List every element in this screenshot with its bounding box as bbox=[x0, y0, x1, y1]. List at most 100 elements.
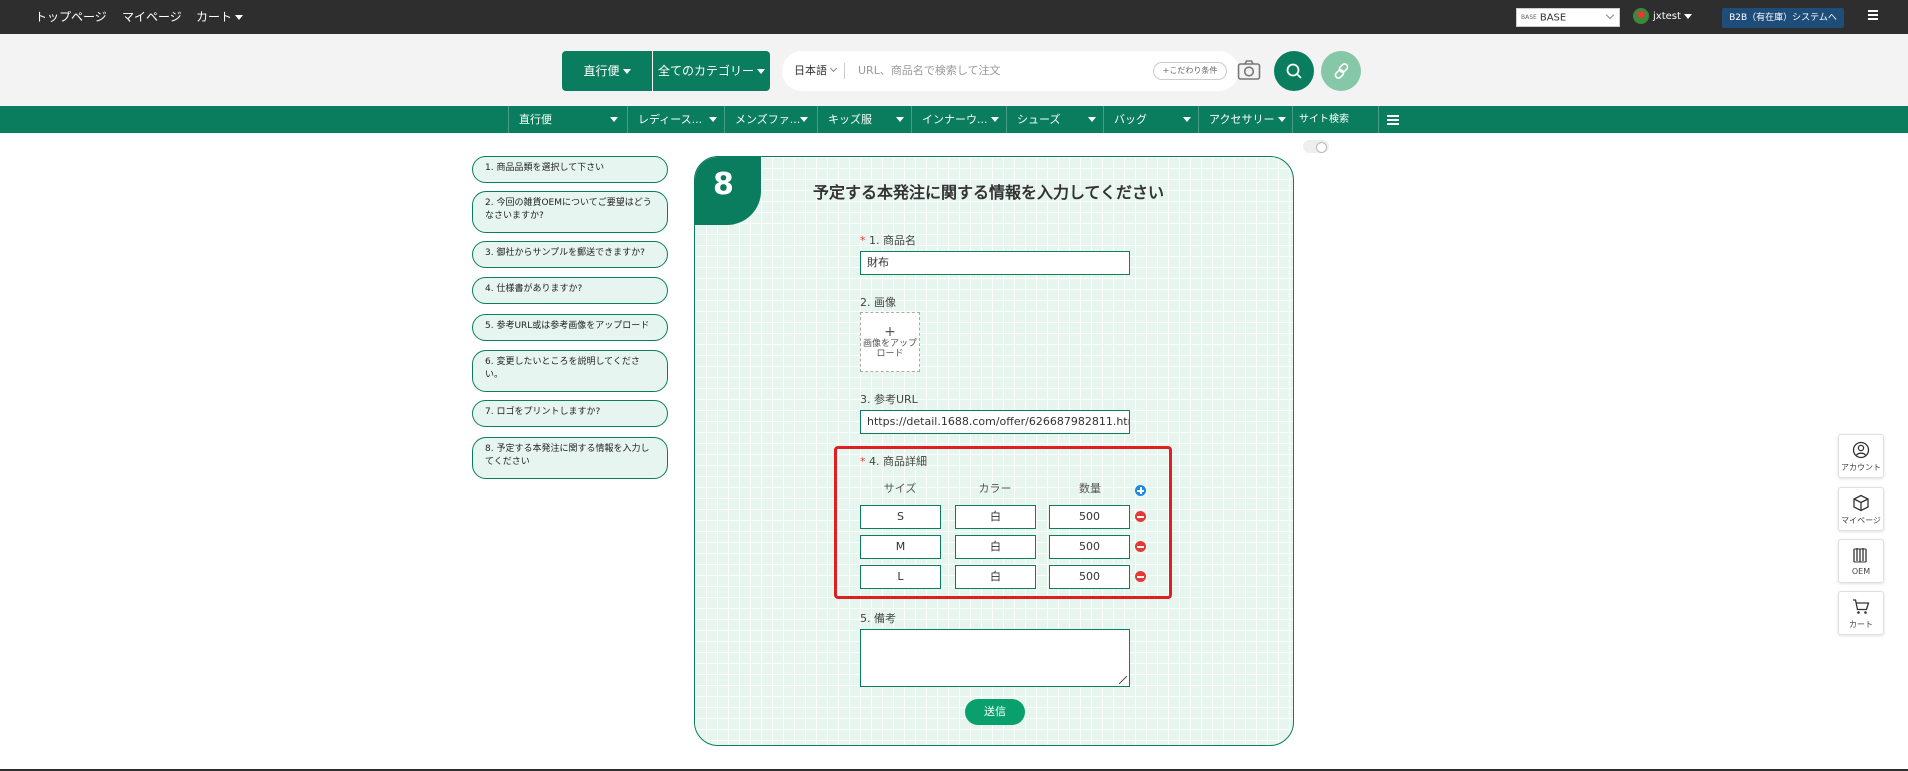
step-item-1[interactable]: 1. 商品品類を選択して下さい bbox=[472, 156, 668, 183]
nav-cart[interactable]: カート bbox=[196, 0, 244, 34]
menu-icon[interactable] bbox=[1868, 10, 1878, 22]
chevron-down-icon bbox=[235, 15, 244, 20]
hamburger-icon bbox=[1387, 115, 1399, 125]
chokko-label: 直行便 bbox=[583, 64, 620, 78]
chevron-down-icon bbox=[610, 117, 618, 122]
shop-select-value: BASE bbox=[1539, 12, 1567, 24]
page-title: 予定する本発注に関する情報を入力してください bbox=[813, 183, 1165, 202]
category-label: キッズ服 bbox=[828, 113, 872, 126]
user-menu[interactable]: jxtest bbox=[1633, 0, 1692, 34]
step-item-6[interactable]: 6. 変更したいところを説明してください。 bbox=[472, 350, 668, 392]
side-cart-label: カート bbox=[1849, 620, 1873, 629]
chevron-down-icon bbox=[757, 69, 765, 74]
step-item-7[interactable]: 7. ロゴをプリントしますか? bbox=[472, 400, 668, 427]
chevron-down-icon bbox=[1183, 117, 1191, 122]
search-box: 日本語 URL、商品名で検索して注文 +こだわり条件 bbox=[782, 51, 1261, 91]
account-icon bbox=[1852, 441, 1870, 459]
step-item-5[interactable]: 5. 参考URL或は参考画像をアップロード bbox=[472, 314, 668, 341]
nav-cart-label: カート bbox=[196, 10, 233, 24]
link-search-button[interactable] bbox=[1321, 51, 1361, 91]
base-logo-icon: BASE bbox=[1521, 14, 1537, 21]
product-name-label-text: 1. 商品名 bbox=[869, 234, 916, 247]
category-label: 直行便 bbox=[519, 113, 552, 126]
b2b-system-button[interactable]: B2B（有在庫）システムへ bbox=[1722, 8, 1844, 28]
top-bar: トップページ マイページ カート BASE BASE jxtest B2B（有在庫… bbox=[0, 0, 1908, 34]
chevron-down-icon bbox=[709, 117, 717, 122]
side-oem-label: OEM bbox=[1851, 567, 1871, 576]
category-more[interactable] bbox=[1378, 106, 1408, 133]
cart-icon bbox=[1853, 599, 1870, 614]
chevron-down-icon bbox=[800, 117, 808, 122]
user-name: jxtest bbox=[1653, 11, 1681, 22]
box-icon bbox=[1853, 494, 1869, 512]
order-info-card: 8 予定する本発注に関する情報を入力してください * 1. 商品名 財布 2. … bbox=[694, 156, 1294, 746]
oem-icon bbox=[1853, 548, 1867, 563]
category-ladies[interactable]: レディース... bbox=[627, 106, 723, 133]
category-label: インナーウ... bbox=[922, 113, 988, 126]
chokko-dropdown[interactable]: 直行便 bbox=[562, 51, 652, 91]
product-name-label: * 1. 商品名 bbox=[860, 232, 916, 248]
category-label: バッグ bbox=[1114, 113, 1147, 126]
search-button[interactable] bbox=[1274, 51, 1314, 91]
language-select[interactable]: 日本語 bbox=[794, 51, 838, 91]
site-search-label: サイト検索 bbox=[1299, 114, 1349, 125]
category-chokko[interactable]: 直行便 bbox=[508, 106, 624, 133]
category-label: メンズファ... bbox=[735, 113, 801, 126]
search-icon bbox=[1286, 63, 1302, 79]
category-label: アクセサリー bbox=[1209, 113, 1275, 126]
chevron-down-icon bbox=[1605, 10, 1615, 20]
chevron-down-icon bbox=[1278, 117, 1286, 122]
side-account-label: アカウント bbox=[1841, 463, 1881, 472]
camera-icon[interactable] bbox=[1237, 59, 1261, 81]
toggle-switch[interactable] bbox=[1303, 139, 1329, 153]
all-category-label: 全てのカテゴリー bbox=[657, 64, 754, 78]
divider bbox=[844, 63, 845, 79]
category-kids[interactable]: キッズ服 bbox=[817, 106, 910, 133]
avatar bbox=[1633, 8, 1649, 24]
nav-top-page[interactable]: トップページ bbox=[35, 0, 107, 34]
shop-select[interactable]: BASE BASE bbox=[1516, 8, 1620, 27]
category-bar: 直行便 レディース... メンズファ... キッズ服 インナーウ... シューズ… bbox=[0, 106, 1908, 153]
category-label: レディース... bbox=[638, 113, 703, 126]
remarks-label: 5. 備考 bbox=[860, 612, 896, 625]
step-item-3[interactable]: 3. 御社からサンプルを郵送できますか? bbox=[472, 241, 668, 268]
chevron-down-icon bbox=[622, 69, 631, 74]
nav-mypage[interactable]: マイページ bbox=[122, 0, 182, 34]
side-cart-button[interactable]: カート bbox=[1838, 591, 1884, 635]
reference-url-label: 3. 参考URL bbox=[860, 393, 918, 406]
resize-handle-icon[interactable] bbox=[1119, 676, 1127, 684]
category-innerwear[interactable]: インナーウ... bbox=[911, 106, 1005, 133]
category-accessories[interactable]: アクセサリー bbox=[1198, 106, 1292, 133]
product-name-input[interactable]: 財布 bbox=[860, 251, 1130, 275]
category-shoes[interactable]: シューズ bbox=[1006, 106, 1102, 133]
link-icon bbox=[1334, 63, 1349, 79]
submit-button[interactable]: 送信 bbox=[965, 699, 1025, 725]
upload-text: 画像をアップロード bbox=[862, 339, 917, 359]
remarks-textarea[interactable] bbox=[860, 629, 1130, 687]
side-mypage-label: マイページ bbox=[1841, 516, 1881, 525]
highlight-box bbox=[834, 446, 1172, 599]
side-account-button[interactable]: アカウント bbox=[1838, 434, 1884, 478]
side-mypage-button[interactable]: マイページ bbox=[1838, 487, 1884, 531]
chevron-down-icon bbox=[1088, 117, 1096, 122]
step-item-2[interactable]: 2. 今回の雑貨OEMについてご要望はどうなさいますか? bbox=[472, 191, 668, 233]
image-upload-button[interactable]: + 画像をアップロード bbox=[860, 312, 920, 372]
site-search-toggle[interactable]: サイト検索 bbox=[1292, 106, 1378, 153]
filter-conditions-button[interactable]: +こだわり条件 bbox=[1153, 62, 1227, 80]
category-label: シューズ bbox=[1017, 113, 1061, 126]
chevron-down-icon bbox=[829, 64, 838, 73]
step-item-4[interactable]: 4. 仕様書がありますか? bbox=[472, 277, 668, 304]
language-label: 日本語 bbox=[794, 64, 827, 77]
chevron-down-icon bbox=[896, 117, 904, 122]
image-label: 2. 画像 bbox=[860, 296, 896, 309]
side-oem-button[interactable]: OEM bbox=[1838, 539, 1884, 583]
category-bags[interactable]: バッグ bbox=[1103, 106, 1197, 133]
step-item-8[interactable]: 8. 予定する本発注に関する情報を入力してください bbox=[472, 437, 668, 479]
chevron-down-icon bbox=[991, 117, 999, 122]
required-mark: * bbox=[860, 234, 869, 247]
chevron-down-icon bbox=[1683, 13, 1692, 19]
search-input[interactable]: URL、商品名で検索して注文 bbox=[858, 51, 1001, 91]
category-mens[interactable]: メンズファ... bbox=[724, 106, 814, 133]
all-category-dropdown[interactable]: 全てのカテゴリー bbox=[653, 51, 770, 91]
reference-url-input[interactable]: https://detail.1688.com/offer/6266879828… bbox=[860, 410, 1130, 434]
